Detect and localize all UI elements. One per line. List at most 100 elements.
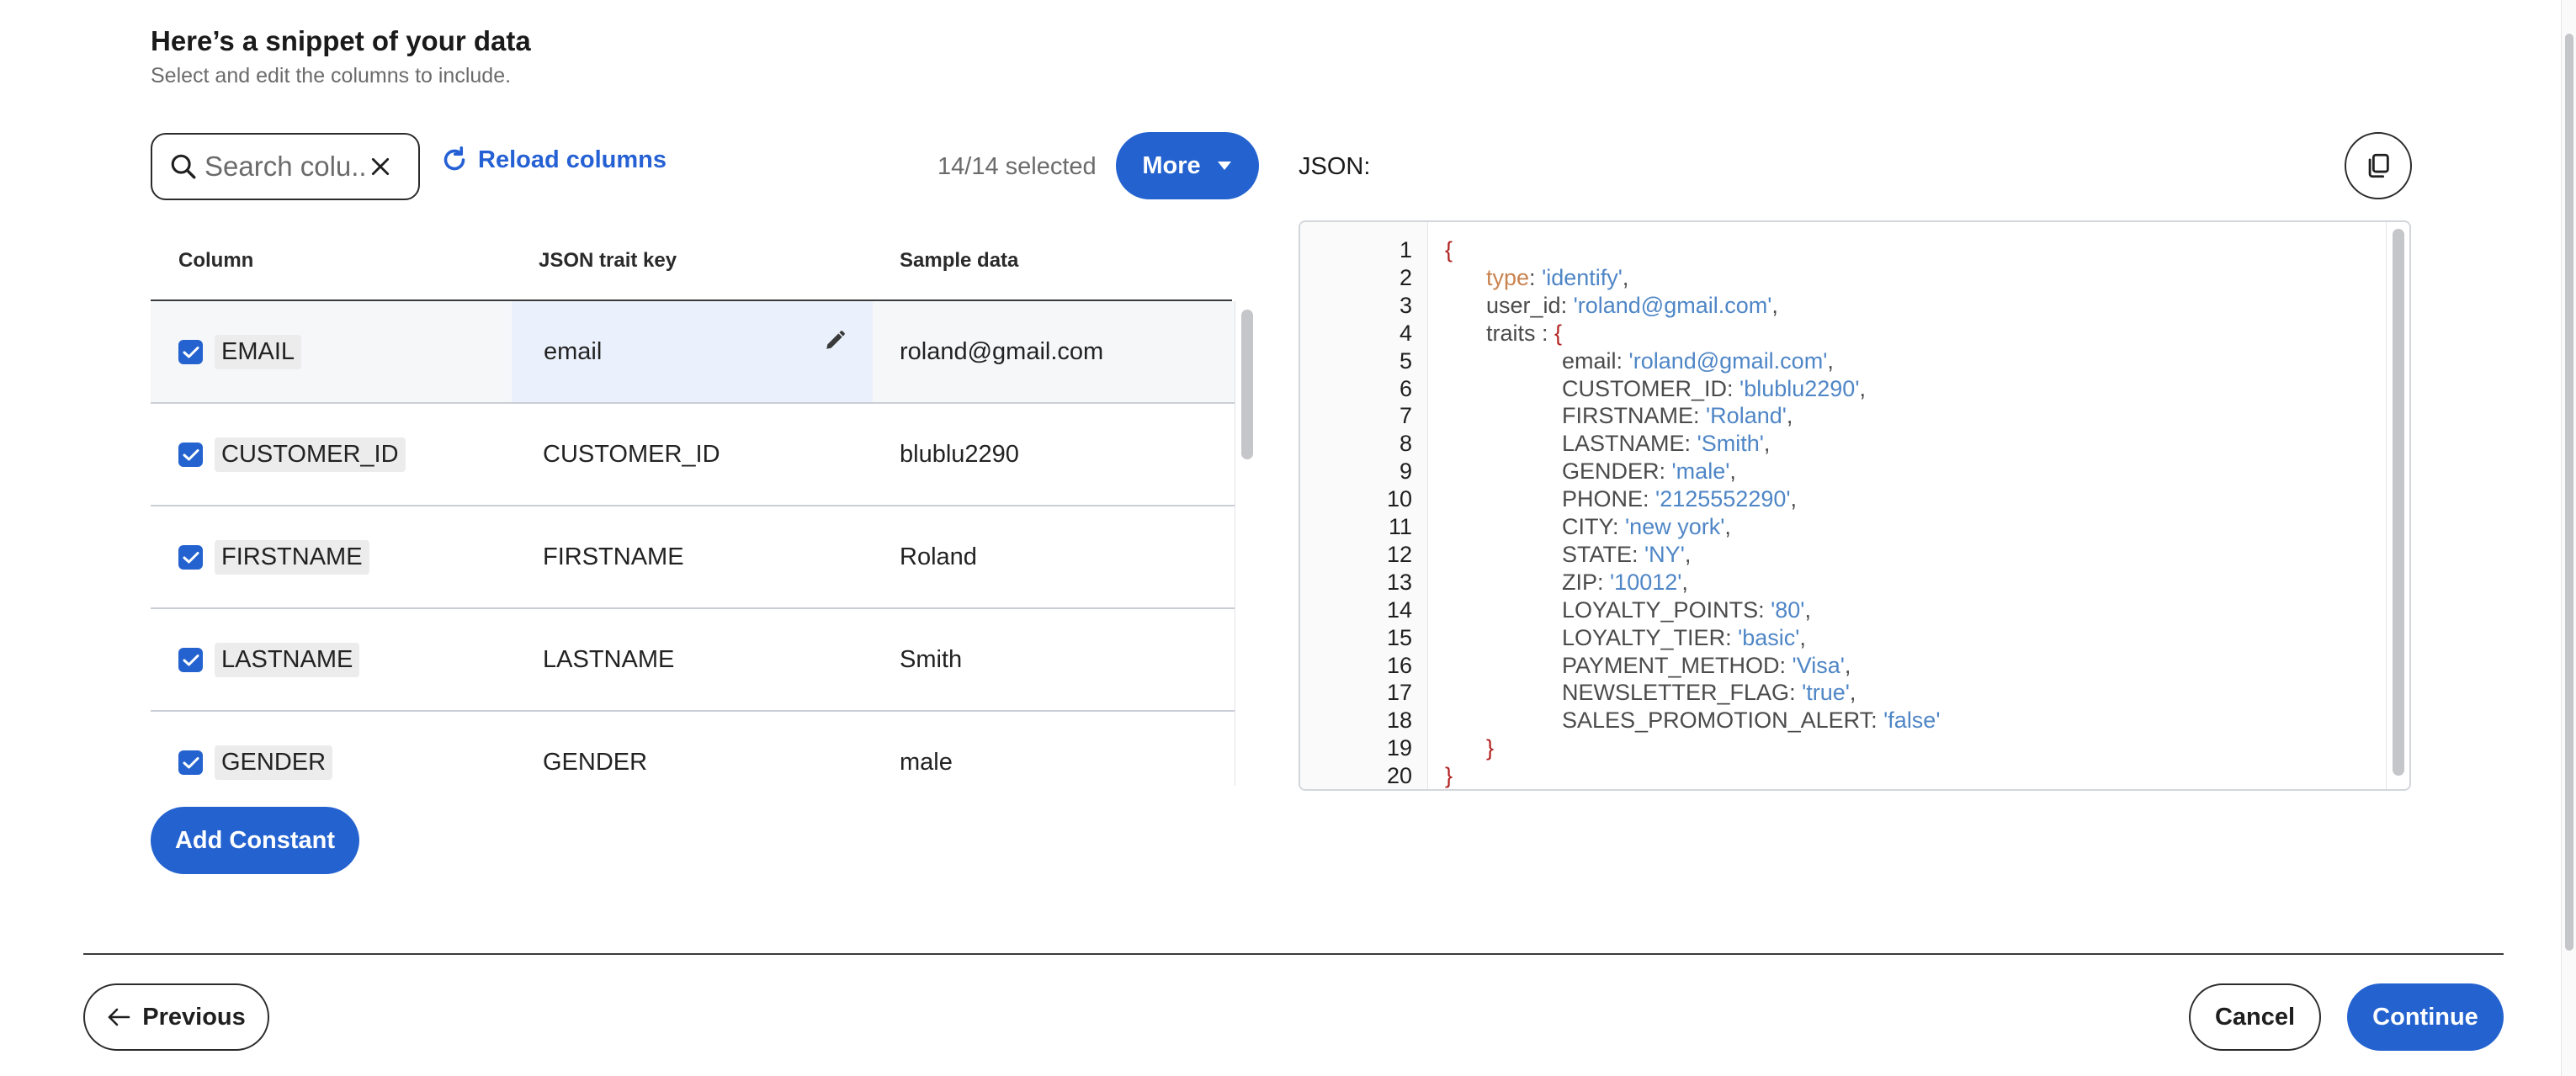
add-constant-button[interactable]: Add Constant <box>151 807 359 874</box>
page-subtitle: Select and edit the columns to include. <box>151 64 512 87</box>
json-brace: } <box>1486 735 1495 761</box>
json-comma: , <box>1786 403 1793 429</box>
json-key: ZIP <box>1562 569 1598 595</box>
table-row[interactable]: EMAIL email roland@gmail.com <box>151 301 1235 404</box>
json-value: 'roland@gmail.com' <box>1573 292 1772 318</box>
trait-key-value[interactable]: LASTNAME <box>543 646 674 674</box>
json-key: SALES_PROMOTION_ALERT <box>1562 708 1872 734</box>
json-line: } <box>1445 763 1453 789</box>
table-scrollbar-thumb[interactable] <box>1241 310 1253 459</box>
header-sample-data: Sample data <box>900 249 1019 272</box>
json-line: GENDER: 'male', <box>1562 458 1736 485</box>
json-value: 'NY' <box>1644 541 1685 567</box>
json-comma: , <box>1827 347 1834 374</box>
checkmark-icon <box>183 346 199 358</box>
line-number: 9 <box>1399 458 1412 485</box>
json-line: NEWSLETTER_FLAG: 'true', <box>1562 680 1856 706</box>
page-scrollbar-thumb[interactable] <box>2565 34 2573 951</box>
copy-json-button[interactable] <box>2345 132 2412 199</box>
json-value: 'Smith' <box>1697 431 1764 457</box>
table-row[interactable]: FIRSTNAME FIRSTNAME Roland <box>151 506 1235 609</box>
previous-button[interactable]: Previous <box>83 983 269 1051</box>
line-number: 16 <box>1386 652 1412 678</box>
json-brace: { <box>1445 237 1453 262</box>
json-value: 'identify' <box>1542 264 1623 290</box>
json-scrollbar-thumb[interactable] <box>2393 229 2404 776</box>
arrow-left-icon <box>108 1008 130 1026</box>
search-input[interactable] <box>204 151 364 183</box>
sample-data-value: blublu2290 <box>900 441 1019 468</box>
cancel-button[interactable]: Cancel <box>2189 983 2321 1051</box>
close-icon[interactable] <box>369 156 391 178</box>
pencil-icon[interactable] <box>824 330 846 356</box>
json-line: type: 'identify', <box>1486 264 1629 290</box>
selected-count: 14/14 selected <box>937 153 1097 180</box>
search-icon <box>171 154 196 179</box>
json-key: CUSTOMER_ID <box>1562 375 1728 401</box>
row-checkbox[interactable] <box>178 750 203 775</box>
page-scrollbar[interactable] <box>2561 0 2576 1076</box>
json-brace: { <box>1554 320 1563 346</box>
line-number: 8 <box>1399 431 1412 457</box>
table-header: Column JSON trait key Sample data <box>151 225 1232 301</box>
json-key: PHONE <box>1562 486 1644 512</box>
line-number: 13 <box>1386 569 1412 595</box>
json-line: PAYMENT_METHOD: 'Visa', <box>1562 652 1851 678</box>
json-value: 'male' <box>1671 458 1730 485</box>
row-checkbox[interactable] <box>178 443 203 467</box>
json-comma: , <box>1790 486 1798 512</box>
json-value: 'new york' <box>1625 514 1725 539</box>
json-key: LOYALTY_TIER <box>1562 624 1726 650</box>
json-comma: , <box>1763 431 1771 457</box>
row-checkbox[interactable] <box>178 340 203 364</box>
json-comma: , <box>1844 652 1851 678</box>
json-line: FIRSTNAME: 'Roland', <box>1562 403 1793 429</box>
table-row[interactable]: GENDER GENDER male <box>151 712 1235 786</box>
json-key: GENDER <box>1562 458 1660 485</box>
json-label: JSON: <box>1299 153 1371 180</box>
more-button-label: More <box>1142 151 1201 179</box>
trait-key-value[interactable]: CUSTOMER_ID <box>543 441 720 469</box>
table-row[interactable]: LASTNAME LASTNAME Smith <box>151 609 1235 712</box>
line-number: 17 <box>1386 680 1412 706</box>
table-scrollbar[interactable] <box>1235 301 1258 786</box>
json-value: 'blublu2290' <box>1739 375 1860 401</box>
json-line: CITY: 'new york', <box>1562 514 1731 539</box>
line-number: 4 <box>1399 320 1412 346</box>
json-key: type <box>1486 264 1530 290</box>
column-name: CUSTOMER_ID <box>215 437 406 472</box>
line-number: 14 <box>1386 596 1412 623</box>
footer-divider <box>83 953 2504 955</box>
json-scrollbar[interactable] <box>2386 222 2409 789</box>
json-line: { <box>1445 237 1453 263</box>
json-key: LOYALTY_POINTS <box>1562 596 1759 623</box>
reload-columns-label: Reload columns <box>478 146 667 173</box>
json-comma: , <box>1799 624 1806 650</box>
line-number: 3 <box>1399 292 1412 318</box>
trait-key-value[interactable]: email <box>544 338 602 366</box>
more-button[interactable]: More <box>1116 132 1259 199</box>
json-comma: , <box>1684 541 1692 567</box>
line-number: 18 <box>1386 708 1412 734</box>
json-comma: , <box>1859 375 1866 401</box>
row-checkbox[interactable] <box>178 648 203 672</box>
sample-data-value: Roland <box>900 543 977 570</box>
row-checkbox[interactable] <box>178 545 203 570</box>
json-line: user_id: 'roland@gmail.com', <box>1486 292 1778 318</box>
trait-key-value[interactable]: FIRSTNAME <box>543 543 684 571</box>
json-value: '80' <box>1771 596 1805 623</box>
json-preview: 1 2 3 4 5 6 7 8 9 10 11 12 13 14 15 16 17 18 19 20 {type: '… <box>1299 220 2411 791</box>
trait-key-value[interactable]: GENDER <box>543 749 647 777</box>
reload-columns-button[interactable]: Reload columns <box>439 145 667 175</box>
column-name: FIRSTNAME <box>215 540 369 575</box>
json-value: 'Visa' <box>1792 652 1845 678</box>
page-title: Here’s a snippet of your data <box>151 25 531 56</box>
table-row[interactable]: CUSTOMER_ID CUSTOMER_ID blublu2290 <box>151 404 1235 506</box>
search-box[interactable] <box>151 133 420 200</box>
line-number-gutter: 1 2 3 4 5 6 7 8 9 10 11 12 13 14 15 16 17 18 19 20 <box>1300 222 1428 789</box>
json-brace: } <box>1445 763 1453 789</box>
json-value: 'true' <box>1802 680 1850 706</box>
json-line: SALES_PROMOTION_ALERT: 'false' <box>1562 708 1941 734</box>
continue-button[interactable]: Continue <box>2347 983 2504 1051</box>
checkmark-icon <box>183 654 199 665</box>
